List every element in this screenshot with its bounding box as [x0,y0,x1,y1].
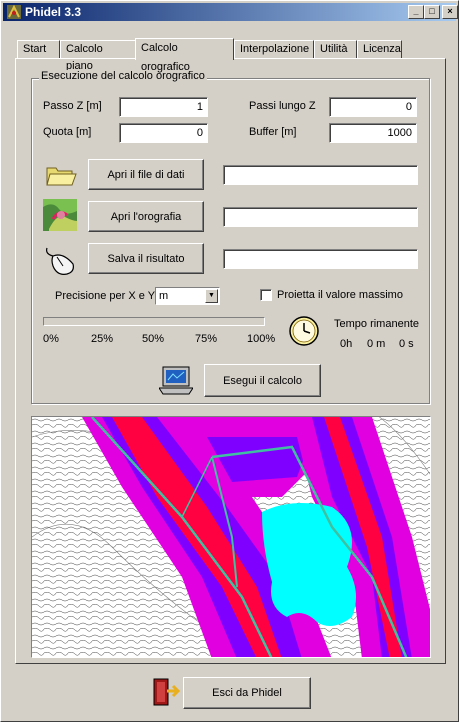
save-result-path[interactable] [223,249,418,269]
progress-tick: 0% [43,333,59,345]
window-title: Phidel 3.3 [25,5,82,19]
passi-lungo-z-label: Passi lungo Z [249,100,316,112]
run-calculation-button[interactable]: Esegui il calcolo [204,364,321,397]
exit-button[interactable]: Esci da Phidel [183,677,311,709]
time-remaining-label: Tempo rimanente [334,318,419,330]
phidel-app-icon [7,4,21,19]
tab-interpolazione[interactable]: Interpolazione [234,40,314,59]
result-map[interactable] [31,416,431,658]
tab-utilita[interactable]: Utilità [314,40,357,59]
tab-licenza[interactable]: Licenza [357,40,402,59]
title-bar[interactable]: Phidel 3.3 _ □ × [3,3,458,21]
project-max-checkbox[interactable] [260,289,272,301]
quota-label: Quota [m] [43,126,92,138]
orography-map-icon [43,199,77,231]
passo-z-label: Passo Z [m] [43,100,102,112]
progress-tick: 75% [195,333,218,345]
time-hours: 0h [340,338,353,350]
tab-calcolo-piano[interactable]: Calcolo piano [60,40,137,72]
exit-door-icon [153,678,181,706]
folder-icon [46,167,77,186]
progress-tick: 100% [247,333,276,345]
clock-icon [289,316,319,346]
computer-icon [159,366,193,395]
open-orography-button[interactable]: Apri l'orografia [88,201,204,232]
time-seconds: 0 s [399,338,414,350]
passo-z-input[interactable]: 1 [119,97,208,117]
tab-start[interactable]: Start [17,40,60,59]
chevron-down-icon[interactable]: ▼ [205,289,218,303]
buffer-label: Buffer [m] [249,126,297,138]
open-data-button[interactable]: Apri il file di dati [88,159,204,190]
minimize-button[interactable]: _ [408,5,424,19]
progress-tick: 25% [91,333,114,345]
close-button[interactable]: × [442,5,458,19]
precision-label: Precisione per X e Y [55,290,156,302]
precision-select[interactable]: m ▼ [155,287,220,305]
buffer-input[interactable]: 1000 [329,123,417,143]
time-minutes: 0 m [367,338,386,350]
open-orography-path[interactable] [223,207,418,227]
mouse-icon [46,247,74,275]
maximize-button[interactable]: □ [424,5,440,19]
map-image [32,417,430,657]
precision-value: m [159,290,169,302]
progress-bar [43,317,265,326]
quota-input[interactable]: 0 [119,123,208,143]
main-window: Phidel 3.3 _ □ × Start Calcolo piano Cal… [0,0,459,722]
save-result-button[interactable]: Salva il risultato [88,243,204,274]
progress-tick: 50% [142,333,165,345]
project-max-label: Proietta il valore massimo [277,289,403,301]
tab-calcolo-orografico[interactable]: Calcolo orografico [135,38,234,73]
open-data-path[interactable] [223,165,418,185]
passi-lungo-z-input[interactable]: 0 [329,97,417,117]
